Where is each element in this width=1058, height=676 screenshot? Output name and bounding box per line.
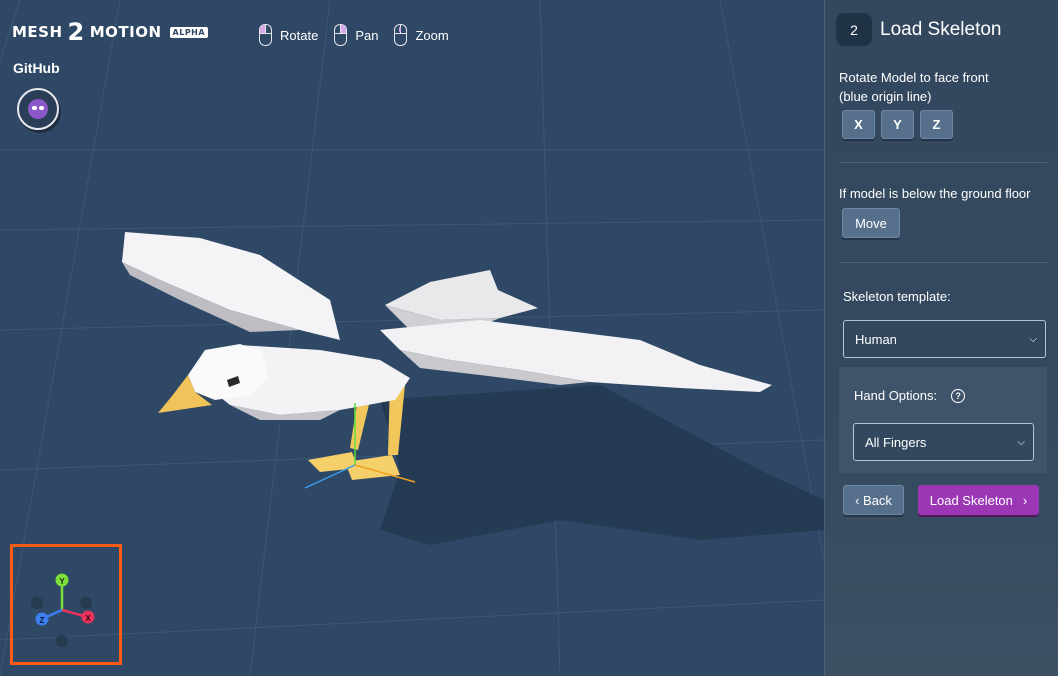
step-title: Load Skeleton (880, 18, 1002, 40)
scene-canvas[interactable]: Y X Z (0, 0, 824, 676)
help-icon[interactable]: ? (951, 388, 966, 403)
divider (839, 262, 1047, 263)
divider (839, 162, 1047, 163)
chevron-down-icon: ⌵ (1029, 333, 1037, 345)
hint-rotate-label: Rotate (280, 27, 319, 43)
bird-shadow (380, 385, 824, 545)
rotate-y-button[interactable]: Y (881, 110, 914, 139)
hand-options-value: All Fingers (865, 434, 927, 450)
hand-options-box: Hand Options: ? All Fingers ⌵ (839, 367, 1047, 473)
step-header: 2 Load Skeleton (836, 13, 1002, 46)
alpha-badge: ALPHA (169, 26, 209, 38)
skeleton-template-select[interactable]: Human ⌵ (843, 320, 1046, 358)
load-skeleton-button[interactable]: Load Skeleton › (918, 485, 1039, 515)
load-skeleton-label: Load Skeleton (929, 492, 1013, 508)
github-mascot-icon (28, 99, 48, 119)
skeleton-template-value: Human (855, 331, 897, 347)
mouse-controls-hint: Rotate Pan Zoom (259, 24, 449, 46)
hint-zoom-label: Zoom (415, 27, 449, 43)
hand-options-header: Hand Options: ? (854, 388, 966, 403)
gizmo-highlight-frame (10, 544, 122, 665)
rotate-instructions: Rotate Model to face front (blue origin … (839, 68, 1054, 106)
rotate-axis-buttons: X Y Z (842, 110, 953, 139)
mouse-left-icon (259, 24, 272, 46)
move-button[interactable]: Move (842, 208, 900, 238)
logo-word-motion: MOTION (89, 23, 162, 41)
chevron-right-icon: › (1022, 492, 1028, 508)
github-link[interactable] (17, 88, 59, 130)
below-floor-label: If model is below the ground floor (839, 186, 1031, 201)
skeleton-template-label: Skeleton template: (843, 289, 951, 304)
rotate-z-button[interactable]: Z (920, 110, 953, 139)
github-label: GitHub (13, 60, 60, 76)
hint-pan-label: Pan (355, 27, 379, 43)
hand-options-select[interactable]: All Fingers ⌵ (853, 423, 1034, 461)
step-number: 2 (836, 13, 872, 46)
mouse-right-icon (334, 24, 348, 46)
chevron-down-icon: ⌵ (1017, 436, 1025, 448)
hand-options-label: Hand Options: (854, 388, 938, 403)
hint-zoom: Zoom (394, 24, 449, 46)
logo-word-mesh: MESH (12, 23, 63, 41)
hint-pan: Pan (334, 24, 378, 46)
app-logo: MESH 2 MOTION ALPHA (12, 18, 209, 46)
logo-two: 2 (67, 18, 85, 46)
rotate-label-line2: (blue origin line) (839, 89, 932, 104)
3d-viewport[interactable]: Y X Z MESH 2 MOTION ALPHA GitHub Rotate … (0, 0, 824, 676)
mouse-wheel-icon (394, 24, 408, 46)
hint-rotate: Rotate (259, 24, 318, 46)
back-button[interactable]: ‹ Back (843, 485, 904, 515)
tool-panel: 2 Load Skeleton Rotate Model to face fro… (824, 0, 1058, 676)
rotate-x-button[interactable]: X (842, 110, 875, 139)
rotate-label-line1: Rotate Model to face front (839, 70, 989, 85)
